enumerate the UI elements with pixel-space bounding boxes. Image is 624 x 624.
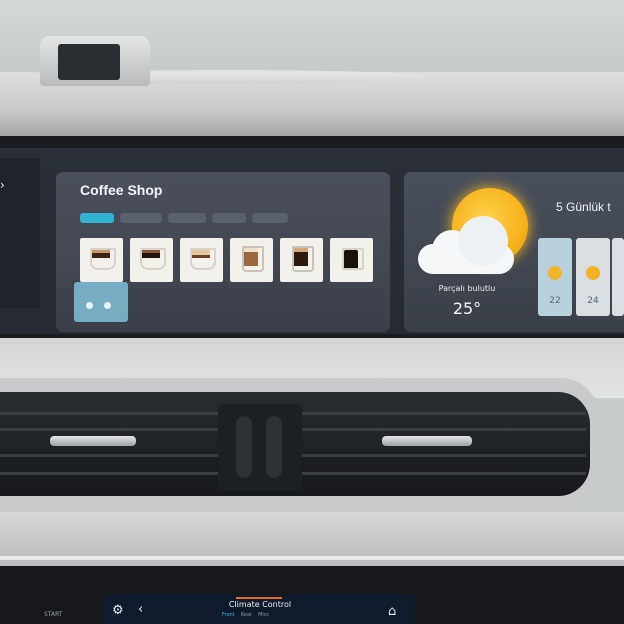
espresso-cup-icon[interactable] — [80, 238, 123, 282]
hud-lens — [58, 44, 120, 80]
coffee-tab-5[interactable] — [252, 213, 288, 223]
climate-tab-rear[interactable]: Rear — [241, 612, 252, 618]
coffee-tabs — [80, 213, 288, 225]
weather-description: Parçalı bulutlu — [438, 284, 496, 293]
left-edge-icon: › — [0, 178, 5, 192]
vent-slider-left[interactable] — [50, 436, 136, 446]
cold-brew-glass-icon[interactable] — [330, 238, 373, 282]
americano-cup-icon[interactable] — [130, 238, 173, 282]
forecast-temp-1: 22 — [549, 296, 561, 306]
vent-slider-right[interactable] — [382, 436, 472, 446]
forecast-day-2[interactable]: 24 — [576, 238, 610, 316]
coffee-tab-2[interactable] — [120, 213, 162, 223]
increase-dot[interactable] — [104, 302, 111, 309]
climate-title: Climate Control — [228, 600, 292, 609]
cappuccino-cup-icon[interactable] — [180, 238, 223, 282]
macchiato-glass-icon[interactable] — [280, 238, 323, 282]
climate-tabs: Front Rear Misc — [222, 612, 269, 618]
cloud-icon — [418, 216, 516, 274]
latte-cup-icon[interactable] — [230, 238, 273, 282]
vent-center-handle[interactable] — [218, 404, 302, 490]
selected-item-highlight[interactable] — [74, 282, 128, 322]
chrome-trim-line — [0, 556, 624, 560]
coffee-shop-title: Coffee Shop — [80, 182, 163, 198]
forecast-title: 5 Günlük t — [556, 200, 611, 214]
car-dashboard-scene: › Coffee Shop Parçalı bulutlu 25° 5 Günl… — [0, 0, 624, 624]
climate-tab-misc[interactable]: Misc — [258, 612, 269, 618]
settings-gear-icon[interactable]: ⚙ — [112, 603, 124, 618]
back-chevron-icon[interactable]: ‹ — [138, 602, 143, 617]
coffee-tab-1[interactable] — [80, 213, 114, 223]
climate-tab-front[interactable]: Front — [222, 612, 235, 618]
climate-accent-bar — [236, 597, 282, 599]
forecast-day-1[interactable]: 22 — [538, 238, 572, 316]
home-icon[interactable]: ⌂ — [388, 604, 396, 619]
left-screen-panel — [0, 158, 40, 308]
coffee-tab-3[interactable] — [168, 213, 206, 223]
coffee-menu — [80, 238, 373, 282]
decrease-dot[interactable] — [86, 302, 93, 309]
sun-icon — [586, 266, 600, 280]
start-button-label: START — [44, 611, 63, 618]
forecast-temp-2: 24 — [587, 296, 599, 306]
current-temperature: 25° — [452, 299, 482, 318]
forecast-day-3-partial[interactable] — [612, 238, 624, 316]
partly-sunny-icon — [548, 266, 562, 280]
coffee-tab-4[interactable] — [212, 213, 246, 223]
